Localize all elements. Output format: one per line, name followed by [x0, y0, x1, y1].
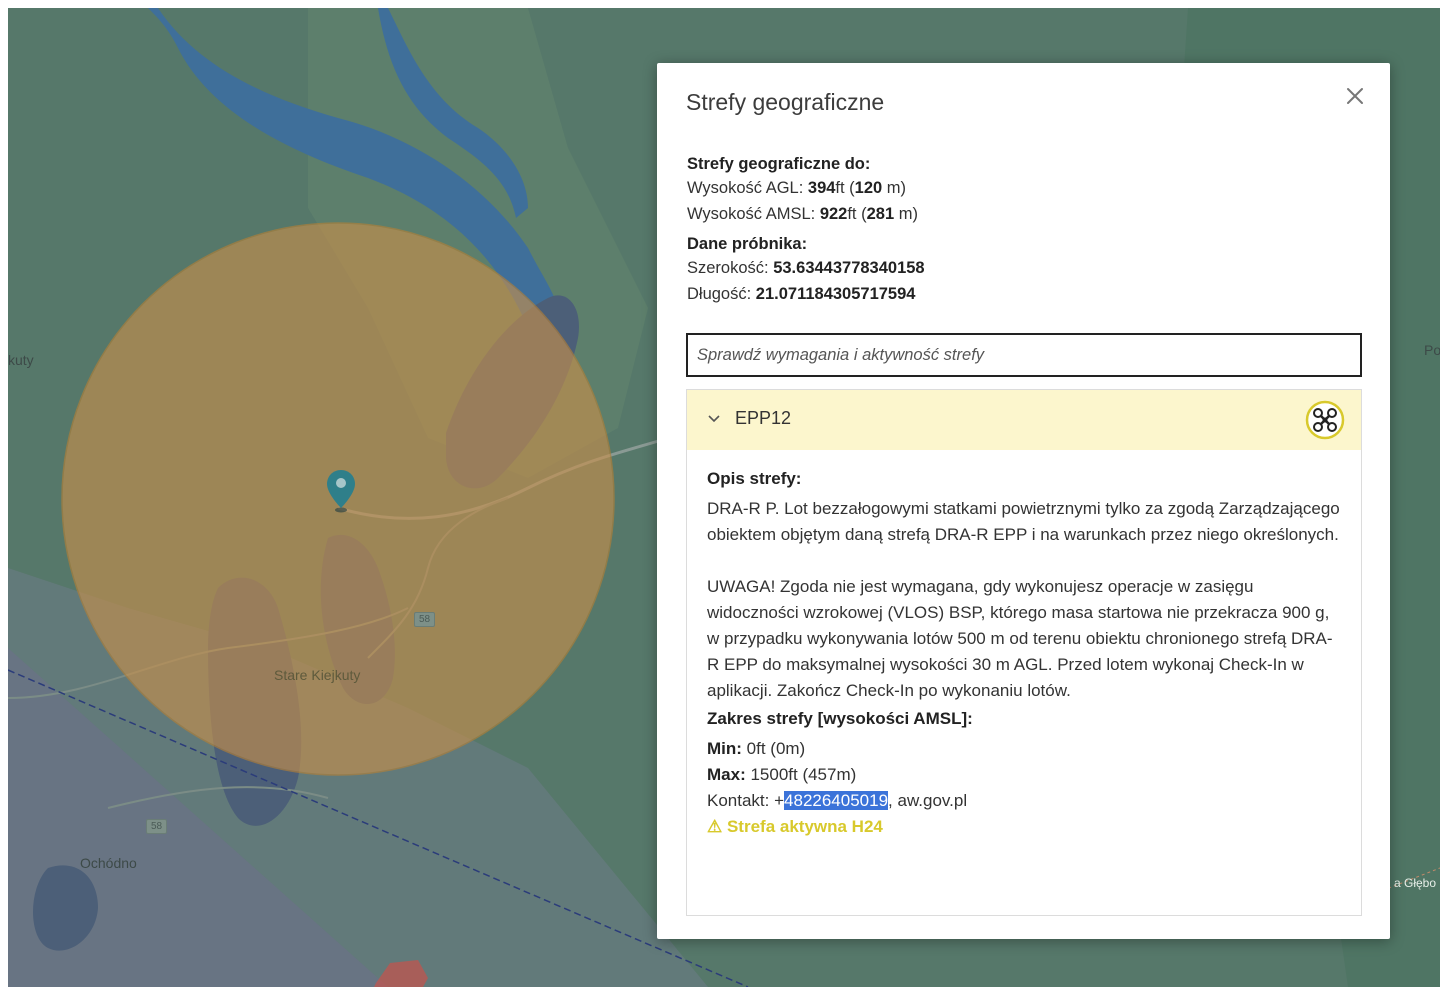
description-text: DRA-R P. Lot bezzałogowymi statkami powi… — [707, 499, 1340, 544]
min-altitude: Min: 0ft (0m) — [707, 739, 806, 758]
geo-zones-dialog: Strefy geograficzne Strefy geograficzne … — [657, 63, 1390, 939]
zone-search-input[interactable] — [686, 333, 1362, 377]
contact: Kontakt: +48226405019, aw.gov.pl — [707, 791, 968, 810]
max-altitude: Max: 1500ft (457m) — [707, 765, 857, 784]
close-button[interactable] — [1342, 83, 1368, 109]
zone-name: EPP12 — [735, 408, 792, 428]
zone-status: ⚠ Strefa aktywna H24 — [707, 817, 883, 836]
map-label-west: kuty — [8, 352, 34, 368]
dialog-title: Strefy geograficzne — [686, 89, 885, 115]
road-number-badge: 58 — [146, 819, 168, 834]
zones-to-heading: Strefy geograficzne do: — [687, 155, 871, 173]
chevron-down-icon — [708, 415, 720, 423]
range-heading: Zakres strefy [wysokości AMSL]: — [707, 709, 973, 728]
zone-info: Strefy geograficzne do: Wysokość AGL: 39… — [687, 149, 1347, 307]
description-heading: Opis strefy: — [707, 469, 802, 488]
contact-phone[interactable]: 48226405019 — [784, 791, 889, 810]
zone-panel: EPP12 Opis strefy: DRA-R P. Lot bezzałog… — [686, 389, 1362, 916]
map-label-town: Stare Kiejkuty — [274, 667, 361, 683]
map-label-village: Ochódno — [80, 855, 137, 871]
road-number-badge: 58 — [414, 612, 436, 627]
amsl-row: Wysokość AMSL: 922ft (281 m) — [687, 205, 918, 223]
latitude-row: Szerokość: 53.63443778340158 — [687, 259, 925, 277]
drone-icon[interactable] — [1305, 400, 1345, 440]
map-label-east-bottom: a Głębo — [1394, 876, 1437, 890]
longitude-row: Długość: 21.071184305717594 — [687, 285, 916, 303]
map-label-east-top: Po — [1424, 342, 1440, 358]
location-pin-icon[interactable] — [325, 468, 357, 514]
sampler-heading: Dane próbnika: — [687, 235, 808, 253]
zone-header-epp12[interactable]: EPP12 — [687, 390, 1361, 450]
agl-row: Wysokość AGL: 394ft (120 m) — [687, 179, 907, 197]
zone-details: Opis strefy: DRA-R P. Lot bezzałogowymi … — [707, 466, 1343, 840]
contact-website[interactable]: , aw.gov.pl — [888, 791, 967, 810]
close-icon — [1347, 88, 1363, 104]
warning-text: UWAGA! Zgoda nie jest wymagana, gdy wyko… — [707, 577, 1333, 700]
